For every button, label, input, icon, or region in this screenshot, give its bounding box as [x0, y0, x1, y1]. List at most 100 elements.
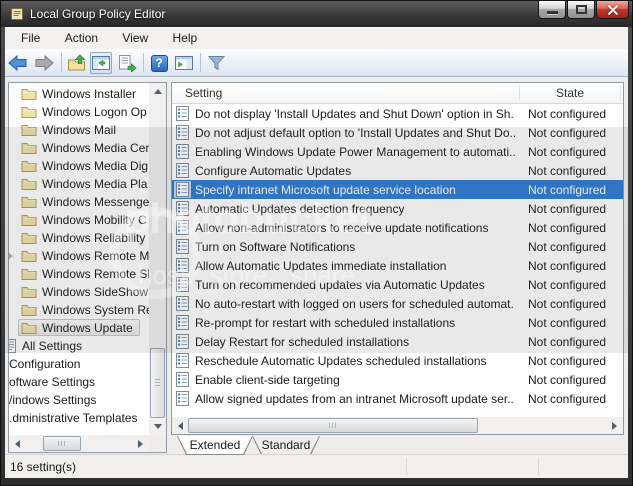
policy-row[interactable]: Do not display 'Install Updates and Shut… — [172, 104, 623, 123]
policy-row[interactable]: Allow non-administrators to receive upda… — [172, 218, 623, 237]
policy-row[interactable]: Allow signed updates from an intranet Mi… — [172, 389, 623, 408]
export-list-icon — [118, 55, 137, 72]
filter-button[interactable] — [205, 52, 227, 74]
tree-item[interactable]: Windows Messenge — [9, 193, 149, 211]
scroll-up-button[interactable] — [149, 83, 166, 100]
tab-standard[interactable]: Standard — [252, 436, 320, 455]
policy-icon — [176, 353, 189, 368]
tree-item-label: .dministrative Templates — [9, 411, 138, 425]
tree-item[interactable]: .dministrative Templates — [9, 409, 149, 427]
policy-state: Not configured — [528, 297, 606, 311]
scrollbar-thumb[interactable] — [43, 436, 81, 451]
console-tree-pane: Windows Installer Windows Logon Op Windo… — [8, 82, 167, 453]
policy-row[interactable]: No auto-restart with logged on users for… — [172, 294, 623, 313]
list-horizontal-scrollbar[interactable] — [172, 417, 623, 434]
policy-row[interactable]: Re-prompt for restart with scheduled ins… — [172, 313, 623, 332]
policy-icon — [176, 391, 189, 406]
tree-vertical-scrollbar[interactable] — [149, 83, 166, 435]
column-header-state[interactable]: State — [556, 86, 584, 100]
toolbar-separator — [143, 53, 144, 72]
export-list-button[interactable] — [116, 52, 138, 74]
menu-help[interactable]: Help — [167, 30, 204, 46]
tree-item[interactable]: Windows Mobility C — [9, 211, 149, 229]
tree-item[interactable]: All Settings — [9, 337, 149, 355]
tree-item[interactable]: Configuration — [9, 355, 149, 373]
close-button[interactable] — [596, 1, 629, 19]
menu-bar: File Action View Help — [5, 27, 628, 49]
tree-item[interactable]: Windows Remote Sh — [9, 265, 149, 283]
up-one-level-icon — [67, 54, 87, 72]
policy-state: Not configured — [528, 126, 606, 140]
help-button[interactable]: ? — [148, 52, 170, 74]
tree-item[interactable]: Windows Media Cer — [9, 139, 149, 157]
policy-row[interactable]: Automatic Updates detection frequency No… — [172, 199, 623, 218]
tree-item[interactable]: Windows SideShow — [9, 283, 149, 301]
policy-row[interactable]: Allow Automatic Updates immediate instal… — [172, 256, 623, 275]
scrollbar-thumb[interactable] — [150, 348, 165, 418]
tree-item-label: Windows Messenge — [42, 195, 149, 209]
triangle-left-icon — [15, 440, 20, 448]
policy-setting-name: Allow non-administrators to receive upda… — [195, 221, 488, 235]
policy-icon — [176, 239, 189, 254]
scrollbar-thumb[interactable] — [188, 418, 478, 433]
tree-horizontal-scrollbar[interactable] — [9, 435, 149, 452]
scroll-left-button[interactable] — [172, 417, 189, 434]
policy-row[interactable]: Turn on Software Notifications Not confi… — [172, 237, 623, 256]
tree-item[interactable]: Windows Reliability — [9, 229, 149, 247]
policy-state: Not configured — [528, 392, 606, 406]
tree-item[interactable]: Windows Installer — [9, 85, 149, 103]
show-console-tree-button[interactable] — [90, 52, 112, 74]
tree-item[interactable]: /indows Settings — [9, 391, 149, 409]
column-divider[interactable] — [620, 85, 621, 101]
scrollbar-corner — [149, 435, 166, 452]
back-button[interactable] — [7, 52, 29, 74]
tree-item[interactable]: Windows Remote M — [9, 247, 149, 265]
policy-setting-name: Delay Restart for scheduled installation… — [195, 335, 409, 349]
settings-list-pane: Setting State Do not display 'Install Up… — [171, 82, 624, 435]
policy-setting-name: Turn on recommended updates via Automati… — [195, 278, 485, 292]
policy-row[interactable]: Delay Restart for scheduled installation… — [172, 332, 623, 351]
policy-state: Not configured — [528, 164, 606, 178]
policy-row[interactable]: Reschedule Automatic Updates scheduled i… — [172, 351, 623, 370]
up-one-level-button[interactable] — [66, 52, 88, 74]
policy-row[interactable]: Enable client-side targeting Not configu… — [172, 370, 623, 389]
tree-item[interactable]: Windows Logon Op — [9, 103, 149, 121]
tree-item-label: Windows SideShow — [42, 285, 148, 299]
menu-view[interactable]: View — [116, 30, 154, 46]
tree-item[interactable]: Windows System Re — [9, 301, 149, 319]
policy-row[interactable]: Enabling Windows Update Power Management… — [172, 142, 623, 161]
scroll-left-button[interactable] — [9, 435, 26, 452]
policy-row[interactable]: Specify intranet Microsoft update servic… — [172, 180, 623, 199]
toolbar-separator — [61, 53, 62, 72]
tree-item[interactable]: Windows Media Dig — [9, 157, 149, 175]
scroll-right-button[interactable] — [606, 417, 623, 434]
menu-action[interactable]: Action — [59, 30, 104, 46]
title-bar[interactable]: Local Group Policy Editor — [1, 1, 632, 27]
policy-setting-name: Turn on Software Notifications — [195, 240, 355, 254]
tree-item[interactable]: Windows Update — [9, 319, 149, 337]
expand-arrow-icon[interactable] — [9, 252, 13, 260]
scroll-right-button[interactable] — [132, 435, 149, 452]
policy-setting-name: Do not adjust default option to 'Install… — [195, 126, 515, 140]
tab-extended[interactable]: Extended — [177, 436, 253, 455]
tree-item-label: Windows Mobility C — [42, 213, 147, 227]
forward-button[interactable] — [33, 52, 55, 74]
column-divider[interactable] — [519, 85, 520, 101]
tree-item[interactable]: Windows Mail — [9, 121, 149, 139]
policy-state: Not configured — [528, 183, 606, 197]
policy-setting-name: Specify intranet Microsoft update servic… — [195, 183, 456, 197]
menu-file[interactable]: File — [15, 30, 46, 46]
policy-row[interactable]: Configure Automatic Updates Not configur… — [172, 161, 623, 180]
column-header-setting[interactable]: Setting — [185, 86, 222, 100]
tree-item[interactable]: Windows Media Pla — [9, 175, 149, 193]
scroll-down-button[interactable] — [149, 418, 166, 435]
tree-item[interactable]: oftware Settings — [9, 373, 149, 391]
policy-row[interactable]: Do not adjust default option to 'Install… — [172, 123, 623, 142]
policy-row[interactable]: Turn on recommended updates via Automati… — [172, 275, 623, 294]
folder-icon — [21, 105, 37, 118]
policy-icon — [176, 258, 189, 273]
maximize-button[interactable] — [567, 1, 595, 19]
minimize-button[interactable] — [538, 1, 566, 19]
tree-item-label: Windows Media Cer — [42, 141, 149, 155]
show-action-pane-button[interactable] — [173, 52, 195, 74]
